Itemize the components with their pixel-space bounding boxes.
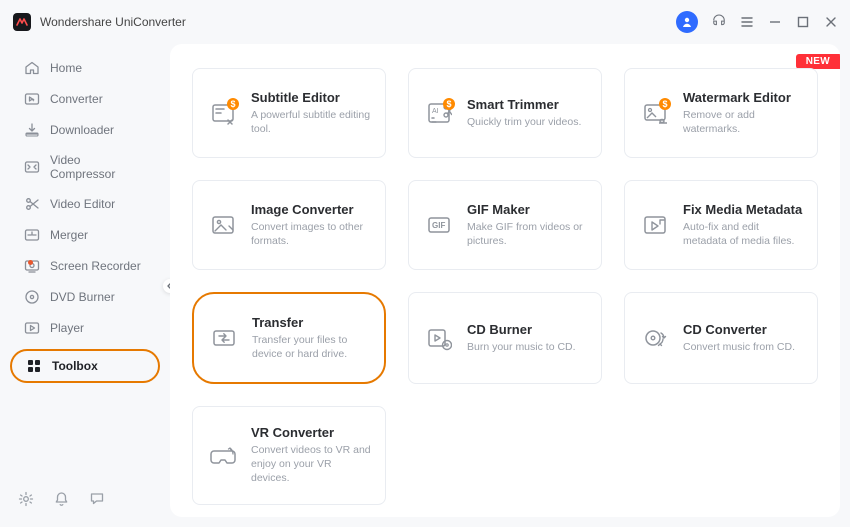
tool-desc: Transfer your files to device or hard dr… [252,333,370,361]
title-bar: Wondershare UniConverter [0,0,850,44]
tool-card-cdconv[interactable]: CD Converter Convert music from CD. [624,292,818,384]
tool-card-vr[interactable]: VR Converter Convert videos to VR and enj… [192,406,386,505]
close-button[interactable] [824,15,838,29]
sidebar-item-label: Player [50,321,84,335]
tool-card-imageconv[interactable]: Image Converter Convert images to other f… [192,180,386,270]
merger-icon [24,227,40,243]
notifications-icon[interactable] [54,491,69,507]
paid-badge: $ [443,98,455,110]
sidebar-footer [0,479,170,519]
metadata-icon [641,211,669,239]
download-icon [24,122,40,138]
paid-badge: $ [659,98,671,110]
paid-badge: $ [227,98,239,110]
menu-icon[interactable] [740,15,754,29]
tool-card-transfer[interactable]: Transfer Transfer your files to device or… [192,292,386,384]
tool-desc: A powerful subtitle editing tool. [251,108,371,136]
sidebar-item-recorder[interactable]: Screen Recorder [10,251,160,281]
tool-card-gif[interactable]: GIF Maker Make GIF from videos or picture… [408,180,602,270]
watermark-icon: $ [641,99,669,127]
sidebar-item-player[interactable]: Player [10,313,160,343]
app-logo-icon [12,12,32,32]
trimmer-icon: $ [425,99,453,127]
sidebar-item-toolbox[interactable]: Toolbox [10,349,160,383]
minimize-button[interactable] [768,15,782,29]
sidebar-item-label: DVD Burner [50,290,115,304]
sidebar-item-label: Video Compressor [50,153,146,181]
home-icon [24,60,40,76]
sidebar-item-label: Home [50,61,82,75]
cdconv-icon [641,324,669,352]
tool-title: Subtitle Editor [251,90,371,105]
tool-title: Transfer [252,315,370,330]
vr-icon [209,441,237,469]
toolbox-icon [26,358,42,374]
sidebar-item-label: Converter [50,92,103,106]
sidebar-item-label: Toolbox [52,359,98,373]
tools-grid: $ Subtitle Editor A powerful subtitle edit… [192,68,818,505]
scissors-icon [24,196,40,212]
play-icon [24,320,40,336]
disc-icon [24,289,40,305]
image-icon [209,211,237,239]
support-icon[interactable] [712,15,726,29]
sidebar-item-converter[interactable]: Converter [10,84,160,114]
new-badge: NEW [796,54,840,69]
tool-title: Image Converter [251,202,371,217]
tool-desc: Auto-fix and edit metadata of media file… [683,220,803,248]
tool-title: GIF Maker [467,202,587,217]
maximize-button[interactable] [796,15,810,29]
tool-title: Fix Media Metadata [683,202,803,217]
sidebar-item-label: Video Editor [50,197,115,211]
gif-icon [425,211,453,239]
sidebar: Home Converter Downloader Video Compressor V… [0,44,170,527]
tool-title: Smart Trimmer [467,97,581,112]
settings-icon[interactable] [18,491,34,507]
tool-title: CD Converter [683,322,795,337]
tool-desc: Burn your music to CD. [467,340,576,354]
sidebar-item-editor[interactable]: Video Editor [10,189,160,219]
app-title: Wondershare UniConverter [40,15,186,29]
main-panel: NEW $ Subtitle Editor A powerful subtitle … [170,44,840,517]
transfer-icon [210,324,238,352]
sidebar-item-label: Downloader [50,123,114,137]
tool-desc: Convert images to other formats. [251,220,371,248]
sidebar-item-label: Screen Recorder [50,259,141,273]
converter-icon [24,91,40,107]
sidebar-item-downloader[interactable]: Downloader [10,115,160,145]
subtitle-icon: $ [209,99,237,127]
user-avatar[interactable] [676,11,698,33]
tool-card-metadata[interactable]: Fix Media Metadata Auto-fix and edit meta… [624,180,818,270]
tool-desc: Convert music from CD. [683,340,795,354]
feedback-icon[interactable] [89,491,105,507]
tool-title: CD Burner [467,322,576,337]
tool-desc: Make GIF from videos or pictures. [467,220,587,248]
tool-desc: Convert videos to VR and enjoy on your V… [251,443,371,486]
sidebar-item-dvd[interactable]: DVD Burner [10,282,160,312]
app-window: Wondershare UniConverter [0,0,850,527]
tool-desc: Quickly trim your videos. [467,115,581,129]
sidebar-item-home[interactable]: Home [10,53,160,83]
tool-card-watermark[interactable]: $ Watermark Editor Remove or add watermark… [624,68,818,158]
tool-desc: Remove or add watermarks. [683,108,803,136]
recorder-icon [24,258,40,274]
tool-card-cdburn[interactable]: CD Burner Burn your music to CD. [408,292,602,384]
sidebar-item-merger[interactable]: Merger [10,220,160,250]
sidebar-item-compressor[interactable]: Video Compressor [10,146,160,188]
compress-icon [24,159,40,175]
tool-card-trimmer[interactable]: $ Smart Trimmer Quickly trim your videos. [408,68,602,158]
tool-title: VR Converter [251,425,371,440]
tool-card-subtitle[interactable]: $ Subtitle Editor A powerful subtitle edit… [192,68,386,158]
cdburn-icon [425,324,453,352]
tool-title: Watermark Editor [683,90,803,105]
sidebar-item-label: Merger [50,228,88,242]
